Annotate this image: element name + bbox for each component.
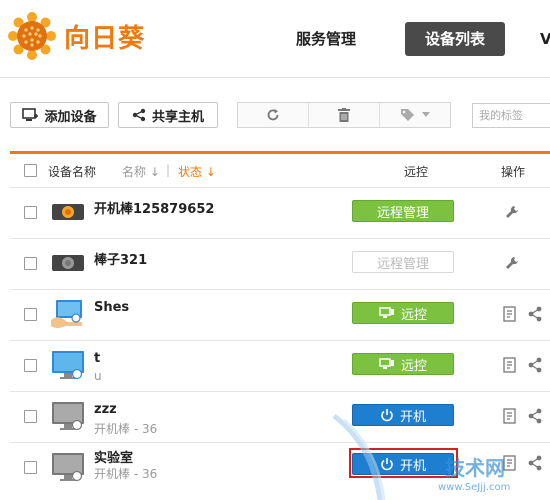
- device-name[interactable]: t: [94, 351, 100, 366]
- log-icon[interactable]: [502, 357, 518, 373]
- log-icon[interactable]: [502, 306, 518, 322]
- select-all-checkbox[interactable]: [24, 164, 37, 177]
- row-checkbox[interactable]: [24, 410, 37, 423]
- table-row: 开机棒125879652 远程管理: [10, 188, 550, 239]
- share-icon[interactable]: [527, 455, 543, 471]
- sort-separator: |: [166, 163, 171, 177]
- share-icon[interactable]: [527, 408, 543, 424]
- share-icon[interactable]: [527, 306, 543, 322]
- power-on-button[interactable]: 开机: [352, 404, 454, 426]
- tag-dropdown[interactable]: [380, 103, 450, 127]
- sort-by-status[interactable]: 状态 ↓: [178, 163, 216, 180]
- add-device-button[interactable]: 添加设备: [10, 102, 109, 128]
- remote-manage-button[interactable]: 远程管理: [352, 200, 454, 222]
- header-operations: 操作: [501, 165, 526, 179]
- row-checkbox[interactable]: [24, 206, 37, 219]
- shared-pc-icon: [51, 300, 83, 328]
- power-stick-gray-icon: [52, 255, 84, 271]
- remote-control-button[interactable]: 远控: [352, 353, 454, 375]
- remote-control-label: 远控: [400, 307, 427, 323]
- power-on-button[interactable]: 开机: [352, 453, 454, 475]
- brand-name: 向日葵: [64, 24, 146, 54]
- delete-button[interactable]: [309, 103, 380, 127]
- sunflower-logo-icon[interactable]: [8, 12, 56, 60]
- device-name[interactable]: zzz: [94, 402, 117, 417]
- pc-offline-icon: [52, 453, 84, 482]
- remote-control-button[interactable]: 远控: [352, 302, 454, 324]
- monitor-icon: [379, 307, 394, 318]
- remote-manage-label: 远程管理: [376, 256, 429, 272]
- remote-control-label: 远控: [400, 358, 427, 374]
- refresh-icon: [267, 109, 279, 121]
- device-name[interactable]: Shes: [94, 300, 129, 315]
- monitor-icon: [379, 358, 394, 369]
- power-stick-icon: [52, 204, 84, 220]
- power-icon: [381, 409, 393, 422]
- pc-offline-icon: [52, 402, 84, 431]
- device-subtitle: 开机棒 - 36: [94, 467, 158, 481]
- row-checkbox[interactable]: [24, 257, 37, 270]
- nav-item-truncated[interactable]: V: [540, 22, 550, 56]
- tag-search-input[interactable]: [472, 103, 550, 128]
- remote-manage-button-disabled: 远程管理: [352, 251, 454, 273]
- caret-down-icon: [422, 112, 430, 117]
- add-device-label: 添加设备: [44, 109, 97, 125]
- sort-by-name[interactable]: 名称 ↓: [122, 163, 160, 180]
- share-icon: [132, 108, 146, 122]
- add-monitor-icon: [22, 108, 39, 121]
- power-on-label: 开机: [399, 409, 426, 425]
- header-remote: 远控: [404, 165, 429, 179]
- device-name[interactable]: 棒子321: [94, 249, 147, 268]
- device-subtitle: 开机棒 - 36: [94, 422, 158, 436]
- refresh-button[interactable]: [238, 103, 309, 127]
- remote-manage-label: 远程管理: [376, 205, 429, 221]
- device-name[interactable]: 开机棒125879652: [94, 198, 214, 217]
- table-row: Shes 远控: [10, 290, 550, 341]
- row-checkbox[interactable]: [24, 308, 37, 321]
- table-row: zzz 开机棒 - 36 开机: [10, 392, 550, 443]
- power-on-label: 开机: [399, 458, 426, 474]
- trash-icon: [338, 108, 350, 122]
- watermark-url: www.SeJjj.com: [438, 482, 511, 493]
- watermark-text: 技术网: [445, 456, 505, 480]
- nav-service-management[interactable]: 服务管理: [280, 22, 372, 56]
- row-checkbox[interactable]: [24, 359, 37, 372]
- power-icon: [381, 458, 393, 471]
- row-checkbox[interactable]: [24, 461, 37, 474]
- header-device-name: 设备名称: [48, 165, 97, 179]
- share-host-label: 共享主机: [151, 109, 204, 125]
- table-row: t u 远控: [10, 341, 550, 392]
- table-header: 设备名称 名称 ↓ | 状态 ↓ 远控 操作: [10, 154, 550, 188]
- device-subtitle: u: [94, 369, 102, 383]
- top-header: 向日葵 服务管理 设备列表 V: [0, 0, 550, 78]
- device-name[interactable]: 实验室: [94, 447, 133, 466]
- nav-device-list[interactable]: 设备列表: [405, 22, 505, 56]
- wrench-icon[interactable]: [504, 204, 520, 220]
- share-host-button[interactable]: 共享主机: [118, 102, 218, 128]
- wrench-icon[interactable]: [504, 255, 520, 271]
- pc-online-icon: [52, 351, 84, 380]
- table-row: 棒子321 远程管理: [10, 239, 550, 290]
- share-icon[interactable]: [527, 357, 543, 373]
- tag-icon: [401, 109, 414, 121]
- tool-group: [237, 102, 451, 128]
- log-icon[interactable]: [502, 408, 518, 424]
